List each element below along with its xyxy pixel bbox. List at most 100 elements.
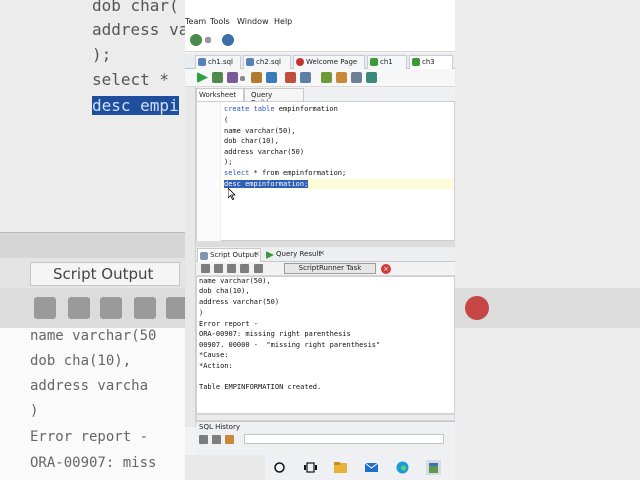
pin-icon[interactable] xyxy=(199,435,208,444)
tab-query-builder[interactable]: Query Builder xyxy=(244,88,304,107)
sql-text: * from empinformation; xyxy=(249,169,347,177)
document-tabs: ch1.sql ch2.sql Welcome Page ch1 ch3 xyxy=(185,54,455,69)
sql-text: empinformation xyxy=(274,105,338,113)
tab-ch1-sql[interactable]: ch1.sql xyxy=(195,55,241,69)
run-statement-icon[interactable] xyxy=(197,72,208,83)
sql-file-icon xyxy=(246,58,254,66)
history-icon[interactable] xyxy=(351,72,362,83)
sql-tuning-icon[interactable] xyxy=(300,72,311,83)
file-explorer-icon[interactable] xyxy=(333,460,348,475)
output-line: address varchar(50) xyxy=(199,298,280,306)
bg-out-line: dob cha(10), xyxy=(30,353,132,369)
tab-ch1[interactable]: ch1 xyxy=(367,55,407,69)
edge-browser-icon[interactable] xyxy=(395,460,410,475)
pencil-icon[interactable] xyxy=(212,435,221,444)
bg-out-line: ) xyxy=(30,403,39,419)
pencil-icon xyxy=(68,297,90,319)
pin-icon[interactable] xyxy=(201,264,210,273)
mouse-pointer-icon xyxy=(228,188,236,200)
clear-icon xyxy=(166,297,185,319)
history-filter-input[interactable] xyxy=(244,434,444,444)
eraser-icon[interactable] xyxy=(336,72,347,83)
clear-icon[interactable] xyxy=(254,264,263,273)
tab-ch3[interactable]: ch3 xyxy=(409,55,453,69)
explain-plan-icon[interactable] xyxy=(227,72,238,83)
tab-welcome-page[interactable]: Welcome Page xyxy=(293,55,365,69)
background-zoom-left: dob char( address va ); select * desc em… xyxy=(0,0,185,480)
menu-bar: Team Tools Window Help xyxy=(185,14,455,30)
db-search-icon[interactable] xyxy=(222,34,234,46)
menu-help[interactable]: Help xyxy=(274,17,292,26)
sql-keyword: select xyxy=(224,169,250,177)
pencil-icon[interactable] xyxy=(214,264,223,273)
print-icon[interactable] xyxy=(240,264,249,273)
oracle-icon xyxy=(296,58,304,66)
bg-output: name varchar(50 dob cha(10), address var… xyxy=(0,328,185,480)
connections-icon[interactable] xyxy=(190,34,202,46)
cancel-task-icon[interactable]: × xyxy=(381,264,391,274)
save-icon[interactable] xyxy=(227,264,236,273)
code-line: ( xyxy=(224,116,229,124)
output-line: ORA-00907: missing right parenthesis xyxy=(199,330,351,338)
sql-developer-taskbar-icon[interactable] xyxy=(426,460,441,475)
close-icon[interactable]: × xyxy=(254,250,260,258)
commit-icon[interactable] xyxy=(266,72,277,83)
tab-worksheet[interactable]: Worksheet xyxy=(196,88,244,101)
sql-developer-window: Team Tools Window Help ch1.sql ch2.sql W… xyxy=(185,0,455,455)
tab-script-output[interactable]: Script Output × xyxy=(197,248,261,262)
close-icon[interactable]: × xyxy=(319,249,325,257)
tab-label: Query Result xyxy=(276,250,322,258)
output-toolbar: ScriptRunner Task × xyxy=(196,262,455,276)
mail-icon[interactable] xyxy=(364,460,379,475)
code-line: address varchar(50) xyxy=(224,148,305,156)
scriptrunner-task-button[interactable]: ScriptRunner Task xyxy=(284,263,376,274)
connection-icon xyxy=(412,58,420,66)
script-output-icon xyxy=(200,252,208,260)
code-line-selected: desc empinformation; xyxy=(224,180,309,188)
translate-icon[interactable] xyxy=(366,72,377,83)
background-zoom-right xyxy=(455,0,640,480)
output-line: *Cause: xyxy=(199,351,229,359)
sql-file-icon xyxy=(198,58,206,66)
tab-label: ch1.sql xyxy=(208,58,233,66)
bg-out-line: name varchar(50 xyxy=(30,328,157,344)
tab-label: ch3 xyxy=(422,58,435,66)
title-bar xyxy=(185,0,455,14)
autotrace-icon[interactable] xyxy=(251,72,262,83)
bg-script-output-tab: Script Output xyxy=(30,262,180,286)
menu-window[interactable]: Window xyxy=(237,17,269,26)
bg-toolbar xyxy=(0,288,185,328)
chevron-down-icon[interactable] xyxy=(240,76,245,81)
pin-icon xyxy=(34,297,56,319)
bg-out-line: ORA-00907: miss xyxy=(30,455,157,471)
rollback-icon[interactable] xyxy=(285,72,296,83)
tab-query-result[interactable]: Query Result × xyxy=(264,248,330,262)
run-script-icon[interactable] xyxy=(212,72,223,83)
format-icon[interactable] xyxy=(321,72,332,83)
search-circle-icon[interactable] xyxy=(272,460,287,475)
output-line: dob cha(10), xyxy=(199,287,250,295)
menu-team[interactable]: Team xyxy=(185,17,206,26)
tab-label: ch1 xyxy=(380,58,393,66)
save-icon xyxy=(100,297,122,319)
chevron-down-icon[interactable] xyxy=(205,37,211,43)
bg-code-line: address va xyxy=(92,20,185,39)
tab-label: Welcome Page xyxy=(306,58,358,66)
selected-text: desc empinformation; xyxy=(224,180,309,188)
bg-code-line: desc empi xyxy=(92,96,179,115)
sql-editor[interactable]: create table empinformation ( name varch… xyxy=(196,101,455,242)
output-line: Error report - xyxy=(199,320,259,328)
menu-tools[interactable]: Tools xyxy=(210,17,230,26)
print-icon xyxy=(134,297,156,319)
screen: dob char( address va ); select * desc em… xyxy=(0,0,640,480)
task-view-icon[interactable] xyxy=(303,460,318,475)
sql-history-toolbar xyxy=(196,433,455,445)
tab-ch2-sql[interactable]: ch2.sql xyxy=(243,55,291,69)
bg-code-line: dob char( xyxy=(92,0,179,15)
output-line: 00907. 00000 - "missing right parenthesi… xyxy=(199,341,381,349)
tab-label: ch2.sql xyxy=(256,58,281,66)
horizontal-scrollbar[interactable] xyxy=(196,414,455,421)
script-output-pane[interactable]: name varchar(50), dob cha(10), address v… xyxy=(196,276,455,414)
bg-code-line: ); xyxy=(92,45,112,64)
eraser-icon[interactable] xyxy=(225,435,234,444)
